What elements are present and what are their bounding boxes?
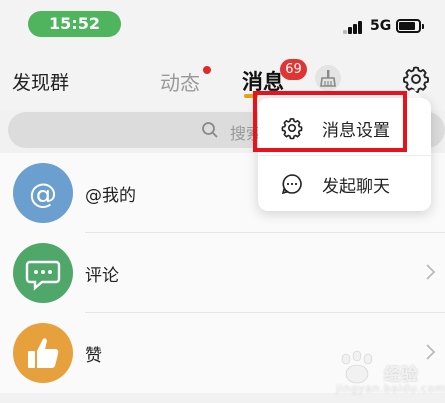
chevron-right-icon <box>424 263 436 281</box>
search-icon <box>201 121 219 139</box>
baidu-jingyan-watermark: 经验 jingyan.baidu.com <box>328 348 445 398</box>
clear-broom-icon[interactable] <box>315 65 341 91</box>
list-item-label: 赞 <box>85 346 102 366</box>
chat-bubble-icon <box>280 172 304 196</box>
battery-icon <box>396 19 424 33</box>
list-item-comments[interactable]: 评论 <box>0 233 445 313</box>
discover-group-button[interactable]: 发现群 <box>12 68 69 95</box>
network-type: 5G <box>370 18 392 34</box>
thumbs-up-icon <box>13 323 73 383</box>
unread-dot <box>203 66 211 74</box>
status-time: 15:52 <box>28 11 121 37</box>
paw-logo-icon <box>341 350 373 384</box>
menu-item-label: 发起聊天 <box>322 177 390 197</box>
message-count-badge: 69 <box>280 59 307 80</box>
signal-icon <box>343 21 363 34</box>
svg-text:@: @ <box>29 177 57 210</box>
list-item-label: @我的 <box>85 186 136 206</box>
menu-item-start-chat[interactable]: 发起聊天 <box>258 156 431 211</box>
comment-icon <box>13 243 73 303</box>
tab-dongtai[interactable]: 动态 <box>160 67 200 96</box>
status-bar: 15:52 5G <box>0 0 445 48</box>
watermark-url: jingyan.baidu.com <box>336 382 445 395</box>
list-item-label: 评论 <box>85 266 119 286</box>
at-icon: @ <box>13 163 73 223</box>
highlight-box <box>253 91 407 152</box>
settings-gear-icon[interactable] <box>401 64 431 94</box>
